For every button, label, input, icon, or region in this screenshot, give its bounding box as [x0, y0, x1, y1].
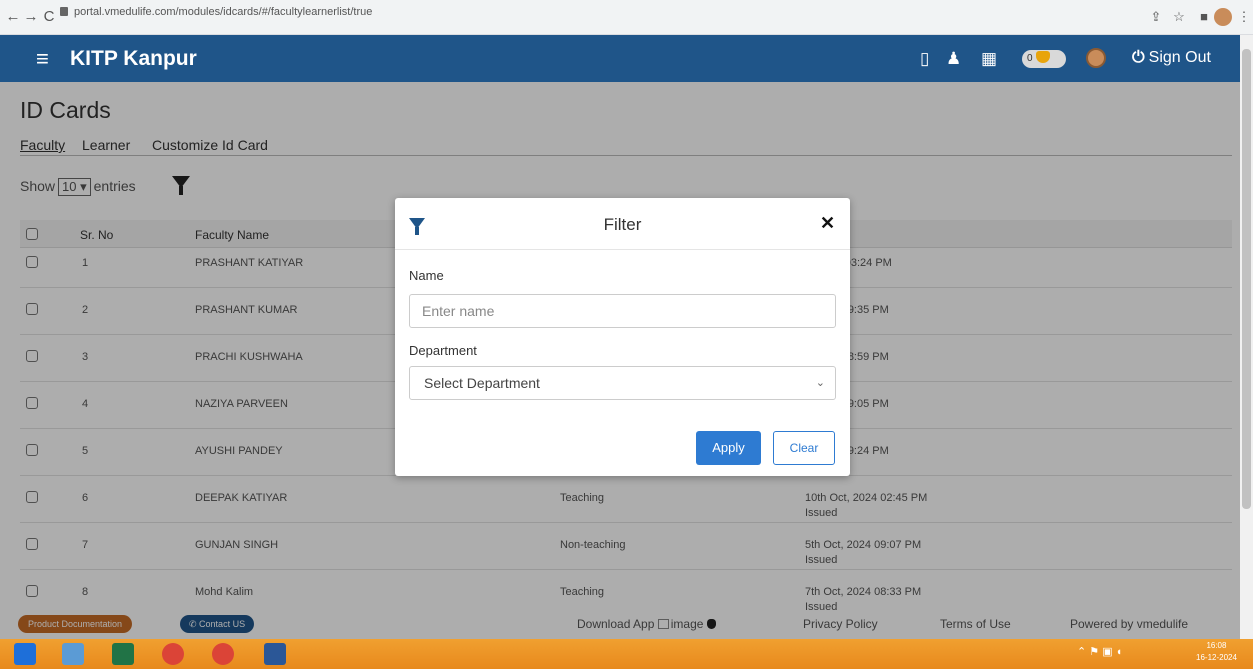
avatar[interactable]	[1086, 48, 1106, 68]
trophy-badge[interactable]: 0	[1022, 50, 1066, 68]
lock-icon	[60, 7, 68, 16]
modal-title: Filter	[603, 215, 642, 234]
power-icon: ⏻	[1132, 49, 1145, 66]
address-bar[interactable]: portal.vmedulife.com/modules/idcards/#/f…	[60, 6, 372, 18]
clock-time: 16:08	[1206, 641, 1227, 650]
sign-out-button[interactable]: ⏻ Sign Out	[1132, 49, 1211, 67]
hamburger-menu-icon[interactable]: ≡	[36, 48, 49, 70]
page-scrollbar[interactable]	[1240, 35, 1253, 639]
department-label: Department	[409, 343, 477, 358]
chrome-icon[interactable]	[212, 643, 234, 665]
chrome-icon[interactable]	[162, 643, 184, 665]
url-text: portal.vmedulife.com/modules/idcards/#/f…	[74, 6, 373, 18]
apply-button[interactable]: Apply	[696, 431, 761, 465]
brand-title: KITP Kanpur	[70, 47, 197, 70]
excel-icon[interactable]	[112, 643, 134, 665]
close-icon[interactable]: ✕	[820, 213, 835, 234]
file-explorer-icon[interactable]	[62, 643, 84, 665]
trophy-count: 0	[1027, 53, 1033, 64]
id-badge-icon[interactable]: ▯	[920, 48, 929, 70]
profile-avatar-icon[interactable]	[1214, 8, 1232, 26]
filter-modal: Filter ✕ Name Department Select Departme…	[395, 198, 850, 476]
system-clock[interactable]: 16:08 16-12-2024	[1196, 640, 1237, 664]
apps-grid-icon[interactable]: ▦	[981, 48, 997, 70]
support-agent-icon[interactable]: ♟	[946, 48, 961, 70]
name-input[interactable]	[409, 294, 836, 328]
modal-header: Filter ✕	[395, 198, 850, 250]
clear-button[interactable]: Clear	[773, 431, 835, 465]
scrollbar-thumb[interactable]	[1242, 49, 1251, 509]
system-tray-icons[interactable]: ⌃ ⚑ ▣ ◖	[1077, 645, 1122, 658]
reload-icon[interactable]: C	[40, 8, 58, 26]
os-taskbar	[0, 639, 1253, 669]
star-icon[interactable]: ☆	[1171, 9, 1187, 25]
back-arrow-icon[interactable]: ←	[4, 8, 22, 26]
department-select-value: Select Department	[424, 375, 540, 391]
share-icon[interactable]: ⇪	[1148, 9, 1164, 25]
chevron-down-icon: ⌄	[815, 377, 825, 389]
name-label: Name	[409, 268, 444, 283]
kebab-menu-icon[interactable]: ⋮	[1236, 9, 1252, 25]
tab-square-icon[interactable]: ■	[1196, 9, 1212, 25]
department-select[interactable]: Select Department ⌄	[409, 366, 836, 400]
forward-arrow-icon[interactable]: →	[22, 8, 40, 26]
windows-start-icon[interactable]	[14, 643, 36, 665]
clock-date: 16-12-2024	[1196, 653, 1237, 662]
word-icon[interactable]	[264, 643, 286, 665]
trophy-icon	[1035, 51, 1050, 63]
sign-out-label: Sign Out	[1148, 49, 1211, 66]
